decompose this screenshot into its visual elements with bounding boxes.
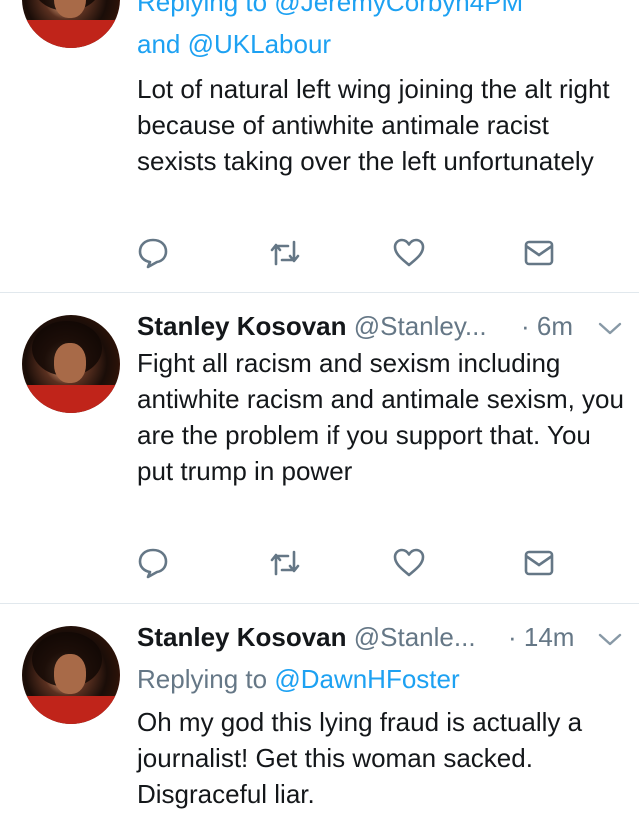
replying-to: Replying to @DawnHFoster <box>137 664 460 694</box>
avatar[interactable] <box>22 626 120 724</box>
avatar[interactable] <box>22 0 120 48</box>
retweet-icon[interactable] <box>268 546 302 580</box>
tweet-actions <box>0 546 639 582</box>
tweet-header: Stanley Kosovan @Stanle... <box>137 622 476 653</box>
chevron-down-icon[interactable] <box>597 321 623 337</box>
mention-link[interactable]: @UKLabour <box>188 29 331 59</box>
heart-icon[interactable] <box>392 546 426 580</box>
replying-to-continued: and @UKLabour <box>137 29 332 59</box>
timestamp[interactable]: · 14m <box>508 622 574 653</box>
display-name[interactable]: Stanley Kosovan <box>137 311 347 341</box>
envelope-icon[interactable] <box>522 546 556 580</box>
mention-link[interactable]: @DawnHFoster <box>274 664 459 694</box>
reply-icon[interactable] <box>136 236 170 270</box>
tweet-1[interactable]: Replying to @JeremyCorbyn4PM and @UKLabo… <box>0 0 639 292</box>
user-handle[interactable]: @Stanle... <box>354 622 476 652</box>
display-name[interactable]: Stanley Kosovan <box>137 622 347 652</box>
tweet-text: Lot of natural left wing joining the alt… <box>137 74 610 176</box>
tweet-3[interactable]: Stanley Kosovan @Stanle... · 14m Replyin… <box>0 604 639 815</box>
avatar[interactable] <box>22 315 120 413</box>
user-handle[interactable]: @Stanley... <box>354 311 487 341</box>
retweet-icon[interactable] <box>268 236 302 270</box>
envelope-icon[interactable] <box>522 236 556 270</box>
chevron-down-icon[interactable] <box>597 632 623 648</box>
timestamp[interactable]: · 6m <box>521 311 573 342</box>
tweet-actions <box>0 236 639 272</box>
replying-to: Replying to @JeremyCorbyn4PM <box>137 0 523 18</box>
tweet-header: Stanley Kosovan @Stanley... <box>137 311 487 342</box>
replying-to-mention[interactable]: Replying to @JeremyCorbyn4PM <box>137 0 523 17</box>
tweet-2[interactable]: Stanley Kosovan @Stanley... · 6m Fight a… <box>0 293 639 603</box>
reply-icon[interactable] <box>136 546 170 580</box>
heart-icon[interactable] <box>392 236 426 270</box>
tweet-text: Fight all racism and sexism including an… <box>137 348 624 486</box>
tweet-text: Oh my god this lying fraud is actually a… <box>137 707 583 809</box>
